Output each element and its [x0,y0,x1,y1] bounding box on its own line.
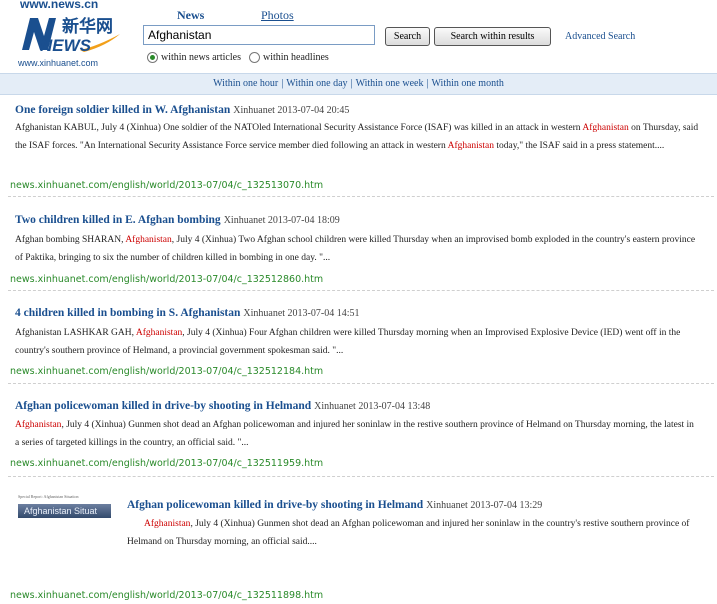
result-url[interactable]: news.xinhuanet.com/english/world/2013-07… [10,180,323,191]
result-thumbnail[interactable]: Special Report: Afghanistan Situation Af… [18,494,111,527]
result-snippet: Afghan bombing SHARAN, Afghanistan, July… [15,231,700,267]
result-meta: Xinhuanet 2013-07-04 13:29 [426,500,543,511]
result-url[interactable]: news.xinhuanet.com/english/world/2013-07… [10,366,323,377]
result-title-link[interactable]: Afghan policewoman killed in drive-by sh… [127,499,423,511]
result-title-link[interactable]: One foreign soldier killed in W. Afghani… [15,104,230,116]
snippet-text: Afghanistan KABUL, July 4 (Xinhua) One s… [15,123,583,133]
snippet-highlight: Afghanistan [125,235,172,245]
snippet-text: , July 4 (Xinhua) Gunmen shot dead an Af… [15,420,694,448]
snippet-highlight: Afghanistan [15,420,62,430]
result-meta: Xinhuanet 2013-07-04 13:48 [314,401,431,412]
snippet-highlight: Afghanistan [144,519,191,529]
result-title-link[interactable]: 4 children killed in bombing in S. Afgha… [15,307,240,319]
logo-site-text: www.news.cn [20,0,99,11]
result-url[interactable]: news.xinhuanet.com/english/world/2013-07… [10,458,323,469]
filter-within-one-day[interactable]: Within one day [286,78,347,89]
radio-label-articles: within news articles [161,52,241,63]
filter-within-one-hour[interactable]: Within one hour [213,78,278,89]
search-within-results-button[interactable]: Search within results [434,27,551,46]
radio-selected-icon[interactable] [147,52,158,63]
xinhua-logo[interactable]: www.news.cn 新华网 NEWS www.xinhuanet.com [18,0,122,70]
search-input[interactable] [143,25,375,45]
result-title-row: 4 children killed in bombing in S. Afgha… [15,307,359,319]
thumbnail-small-text: Special Report: Afghanistan Situation [18,494,79,499]
time-filter-bar: Within one hour | Within one day | Within on… [0,73,717,95]
radio-within-articles[interactable]: within news articles [147,52,241,63]
result-meta: Xinhuanet 2013-07-04 18:09 [223,215,340,226]
separator: | [350,78,353,89]
result-snippet: Afghanistan, July 4 (Xinhua) Gunmen shot… [15,416,700,452]
tab-photos[interactable]: Photos [261,8,294,23]
logo-sub-text: www.xinhuanet.com [18,58,99,68]
result-title-link[interactable]: Two children killed in E. Afghan bombing [15,214,221,226]
radio-within-headlines[interactable]: within headlines [249,52,329,63]
separator: | [281,78,284,89]
result-meta: Xinhuanet 2013-07-04 14:51 [243,308,360,319]
result-url[interactable]: news.xinhuanet.com/english/world/2013-07… [10,274,323,285]
filter-within-one-week[interactable]: Within one week [356,78,424,89]
result-divider [8,383,714,384]
header: www.news.cn 新华网 NEWS www.xinhuanet.com N… [0,0,717,72]
result-snippet: Afghanistan, July 4 (Xinhua) Gunmen shot… [127,515,707,551]
snippet-text: today," the ISAF said in a press stateme… [494,141,665,151]
result-title-row: Afghan policewoman killed in drive-by sh… [127,499,542,511]
result-title-link[interactable]: Afghan policewoman killed in drive-by sh… [15,400,311,412]
tab-news[interactable]: News [177,8,204,23]
result-url[interactable]: news.xinhuanet.com/english/world/2013-07… [10,590,323,601]
snippet-highlight: Afghanistan [582,123,629,133]
snippet-text: Afghanistan LASHKAR GAH, [15,328,136,338]
result-title-row: One foreign soldier killed in W. Afghani… [15,104,349,116]
result-divider [8,290,714,291]
filter-within-one-month[interactable]: Within one month [432,78,504,89]
separator: | [426,78,429,89]
snippet-text: , July 4 (Xinhua) Gunmen shot dead an Af… [127,519,690,547]
search-button[interactable]: Search [385,27,430,46]
result-snippet: Afghanistan LASHKAR GAH, Afghanistan, Ju… [15,324,700,360]
radio-unselected-icon[interactable] [249,52,260,63]
logo-news-text: NEWS [40,36,91,55]
radio-label-headlines: within headlines [263,52,329,63]
result-snippet: Afghanistan KABUL, July 4 (Xinhua) One s… [15,119,700,155]
result-divider [8,196,714,197]
result-title-row: Afghan policewoman killed in drive-by sh… [15,400,430,412]
snippet-text: Afghan bombing SHARAN, [15,235,126,245]
result-meta: Xinhuanet 2013-07-04 20:45 [233,105,350,116]
result-title-row: Two children killed in E. Afghan bombing… [15,214,340,226]
thumbnail-caption: Afghanistan Situat [24,506,98,516]
snippet-highlight: Afghanistan [135,328,183,338]
snippet-highlight: Afghanistan [447,141,495,151]
result-divider [8,476,714,477]
advanced-search-link[interactable]: Advanced Search [565,31,635,42]
